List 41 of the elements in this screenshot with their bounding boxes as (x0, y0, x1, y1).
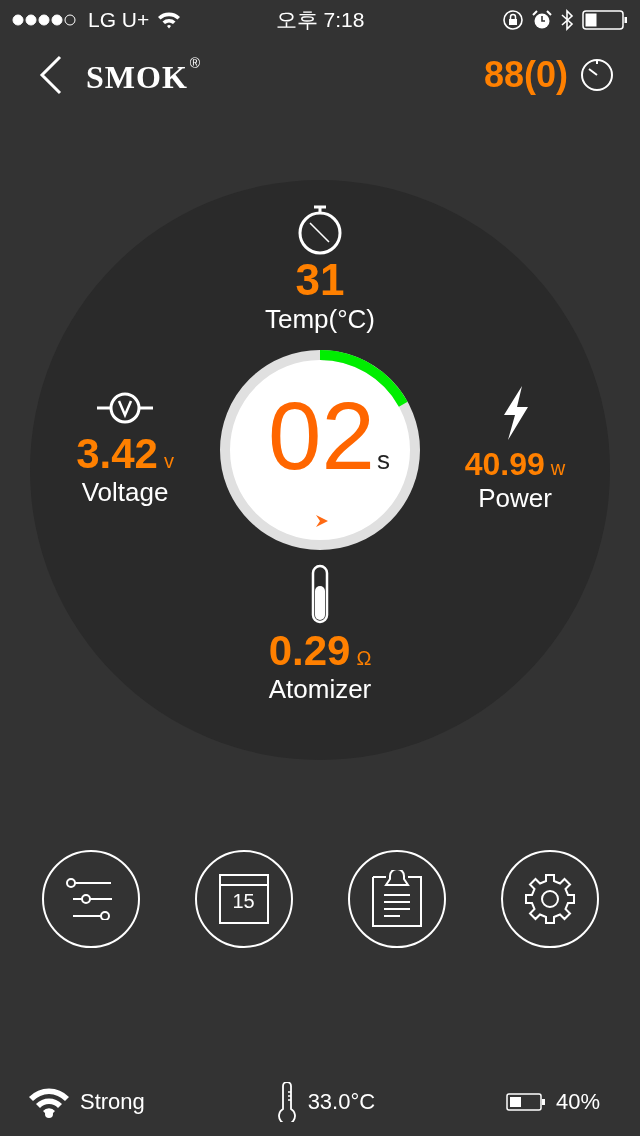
voltage-label: Voltage (81, 477, 169, 509)
carrier-name: LG U+ (88, 8, 150, 32)
temp-label: Temp(°C) (264, 304, 376, 336)
voltmeter-icon (95, 390, 155, 425)
bluetooth-icon (560, 9, 574, 31)
settings-button[interactable] (500, 850, 599, 948)
rotation-lock-icon (502, 9, 524, 31)
atomizer-unit: Ω (356, 646, 372, 670)
alarm-icon (532, 10, 552, 30)
timer-unit: s (376, 444, 390, 476)
atomizer-label: Atomizer (268, 673, 372, 705)
atomizer-icon (310, 563, 330, 624)
power-label: Power (478, 482, 552, 514)
back-icon[interactable] (38, 54, 64, 95)
temp-value: 31 (295, 256, 345, 305)
voltage-value: 3.42 (76, 430, 158, 478)
atomizer-value: 0.29 (268, 627, 351, 674)
wifi-icon (28, 1086, 70, 1118)
settings-icon (523, 873, 576, 925)
thermometer-icon (275, 1082, 298, 1122)
clipboard-button[interactable] (347, 850, 446, 948)
calendar-button[interactable]: 15 (194, 850, 293, 948)
timer-value: 02 (268, 387, 375, 484)
power-value: 40.99 (464, 447, 545, 483)
sliders-button[interactable] (41, 850, 140, 948)
battery-level: 40% (555, 1089, 600, 1115)
wifi-icon (157, 11, 182, 29)
status-time: 오후 7:18 (275, 7, 365, 33)
battery-icon (505, 1092, 546, 1112)
stopwatch-icon (296, 204, 344, 256)
device-temperature: 33.0°C (307, 1089, 376, 1115)
battery-icon (582, 10, 628, 30)
timer-icon[interactable] (580, 58, 614, 92)
puff-count: 88(0) (483, 54, 568, 96)
power-unit: w (550, 457, 566, 481)
voltage-unit: v (163, 449, 174, 473)
signal-strength: Strong (80, 1089, 145, 1115)
pointer-icon (315, 513, 329, 528)
registered-mark: ® (189, 54, 201, 71)
brand-logo: SMOK (86, 58, 188, 96)
clipboard-icon (371, 870, 422, 928)
